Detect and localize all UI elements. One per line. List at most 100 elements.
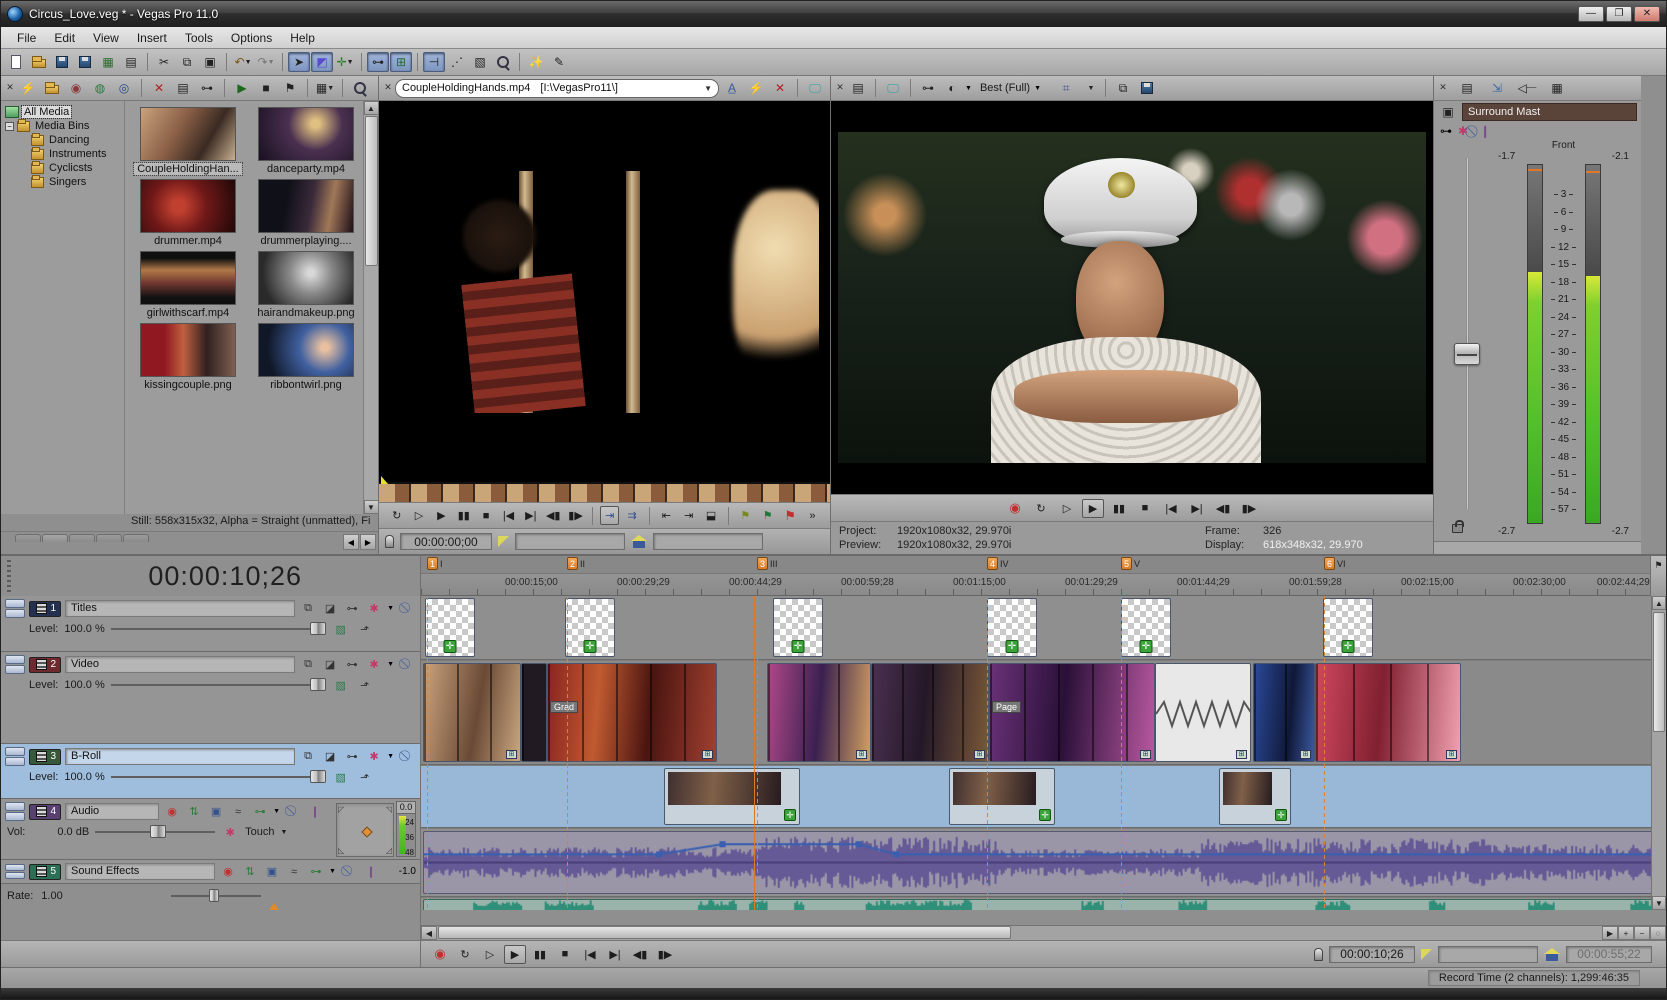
track-meter-icon[interactable]: ▣ [207, 804, 225, 820]
get-media-from-web-button[interactable]: ◍ [89, 78, 111, 98]
timeline-vertical-scrollbar[interactable]: ▲ ▼ [1651, 596, 1666, 910]
fader-handle[interactable] [1454, 343, 1480, 365]
media-item[interactable]: ribbontwirl.png [251, 323, 361, 391]
preview-go-start-button[interactable]: |◀ [1160, 499, 1182, 518]
normal-edit-tool-button[interactable]: ➤ [288, 52, 310, 72]
track-header-audio[interactable]: ◸ ◹ ◺ ◿ 0.0 243648 4 Audio [1, 799, 420, 860]
video-event[interactable]: ⊞ [423, 663, 521, 762]
level-slider-knob[interactable] [310, 678, 326, 691]
mixer-scrollbar[interactable] [1434, 541, 1641, 554]
capture-video-button[interactable] [41, 78, 63, 98]
timeline-marker[interactable]: 6 VI [1324, 557, 1346, 570]
track-motion-icon[interactable]: ◪ [321, 749, 339, 765]
remove-media-button[interactable]: ✕ [148, 78, 170, 98]
time-ruler[interactable]: 00:00:15;0000:00:29;2900:00:44;2900:00:5… [421, 574, 1650, 596]
trimmer-save-markers-button[interactable]: ⬓ [701, 506, 720, 525]
arm-record-icon[interactable]: ◉ [219, 864, 237, 880]
rate-slider[interactable] [171, 895, 261, 897]
marker-number[interactable]: 3 [757, 557, 768, 570]
marker-number[interactable]: 1 [427, 557, 438, 570]
media-properties-button[interactable]: ▤ [172, 78, 194, 98]
pan-crop-icon[interactable]: ⊞ [974, 750, 985, 759]
level-slider[interactable] [111, 628, 326, 630]
trimmer-fit-to-fill-button[interactable]: ⇉ [622, 506, 641, 525]
dock-tab[interactable] [96, 534, 122, 542]
video-event[interactable]: Page⊞ [989, 663, 1155, 762]
track-header-broll[interactable]: 3 B-Roll ⧉ ◪ ⊶ ✱▼ ⃠ Level: 100.0 % ▧ ⬏ [1, 744, 420, 799]
dock-tab[interactable] [42, 534, 68, 542]
extract-audio-button[interactable]: ◉ [65, 78, 87, 98]
preview-pause-button[interactable]: ▮▮ [1108, 499, 1130, 518]
track-minimize-buttons[interactable] [5, 655, 25, 674]
loop-end-field[interactable]: 00:00:55;22 [1566, 946, 1652, 963]
trimmer-pause-button[interactable]: ▮▮ [454, 506, 473, 525]
media-item[interactable]: drummerplaying.... [251, 179, 361, 247]
zoom-in-button[interactable]: + [1618, 926, 1634, 940]
enable-snapping-button[interactable]: ⊣ [423, 52, 445, 72]
sfx-event[interactable] [423, 899, 1662, 910]
audio-track-lane[interactable] [421, 829, 1666, 897]
paste-button[interactable]: ▣ [199, 52, 221, 72]
scrollbar-thumb[interactable] [438, 926, 1011, 939]
track-fx-icon[interactable]: ⊶ [343, 601, 361, 617]
mixer-views-button[interactable]: ▦ [1546, 78, 1568, 98]
track-motion-icon[interactable]: ◪ [321, 601, 339, 617]
dock-tab[interactable] [69, 534, 95, 542]
automation-settings-icon[interactable]: ✱ [365, 601, 383, 617]
preview-overlays-button[interactable]: ⌗ [1051, 78, 1081, 98]
title-event[interactable]: ✛ [565, 598, 615, 657]
mixer-properties-button[interactable]: ▤ [1456, 78, 1478, 98]
mute-icon[interactable]: ⃠ [340, 864, 358, 880]
solo-icon[interactable]: ❙ [306, 804, 324, 820]
timeline-marker[interactable]: 5 V [1121, 557, 1140, 570]
compositing-mode-icon[interactable]: ▧ [332, 677, 350, 693]
what-is-this-button[interactable]: ✨ [525, 52, 547, 72]
sfx-track-lane[interactable] [421, 898, 1666, 910]
title-event[interactable]: ✛ [1121, 598, 1171, 657]
pan-crop-icon[interactable]: ⊞ [702, 750, 713, 759]
timeline-current-timecode[interactable]: 00:00:10;26 [148, 561, 302, 592]
dock-tab[interactable] [123, 534, 149, 542]
media-item[interactable]: CoupleHoldingHan... [133, 107, 243, 175]
minimize-button[interactable]: — [1578, 6, 1604, 22]
edit-cursor[interactable] [754, 596, 755, 910]
video-event[interactable]: ⊞ [1315, 663, 1461, 762]
new-project-button[interactable] [5, 52, 27, 72]
go-to-start-button[interactable]: |◀ [579, 945, 601, 964]
play-from-start-button[interactable]: ▷ [479, 945, 501, 964]
record-button[interactable]: ◉ [429, 945, 451, 964]
trimmer-display-mode-button[interactable]: 🖵 [804, 78, 826, 98]
trimmer-dock-grip[interactable]: ✕ [383, 81, 393, 96]
scroll-up-icon[interactable]: ▲ [364, 101, 379, 115]
solo-icon[interactable]: ❙ [362, 864, 380, 880]
preview-play-button[interactable]: ▶ [1082, 499, 1104, 518]
marker-number[interactable]: 6 [1324, 557, 1335, 570]
timeline-horizontal-scrollbar[interactable]: ◀ ▶ + − ◌ [421, 925, 1666, 940]
scrollbar-thumb[interactable] [365, 116, 378, 266]
automation-settings-icon[interactable]: ✱ [365, 657, 383, 673]
arm-record-icon[interactable]: ◉ [163, 804, 181, 820]
track-meter-icon[interactable]: ▣ [263, 864, 281, 880]
menu-item[interactable]: Insert [129, 29, 175, 47]
quantize-frames-button[interactable]: ⋰ [446, 52, 468, 72]
mute-icon[interactable]: ⃠ [398, 749, 416, 765]
track-name-field[interactable]: Sound Effects [65, 863, 215, 880]
trimmer-in-flag-icon[interactable]: ⚑ [736, 506, 755, 525]
trimmer-filmstrip[interactable] [379, 482, 830, 502]
make-compositing-child-icon[interactable]: ⬏ [356, 677, 374, 693]
broll-event[interactable]: ✛ [664, 768, 800, 825]
pan-position-handle[interactable] [361, 826, 372, 837]
trimmer-next-edit-button[interactable]: ⇥ [679, 506, 698, 525]
preview-project-properties-button[interactable]: ▤ [847, 78, 869, 98]
timeline-marker[interactable]: 3 III [757, 557, 778, 570]
broll-track-lane[interactable]: ✛ ✛ ✛ [421, 766, 1666, 828]
video-event-crossfade[interactable]: ⊞ [1155, 663, 1251, 762]
bypass-motion-blur-icon[interactable]: ⧉ [299, 749, 317, 765]
preview-dock-grip[interactable]: ✕ [835, 81, 845, 96]
media-item[interactable]: kissingcouple.png [133, 323, 243, 391]
search-media-button[interactable]: ◎ [113, 78, 135, 98]
render-as-button[interactable]: ▦ [97, 52, 119, 72]
pan-crop-icon[interactable]: ⊞ [1446, 750, 1457, 759]
invert-phase-icon[interactable]: ⇅ [185, 804, 203, 820]
title-event[interactable]: ✛ [773, 598, 823, 657]
